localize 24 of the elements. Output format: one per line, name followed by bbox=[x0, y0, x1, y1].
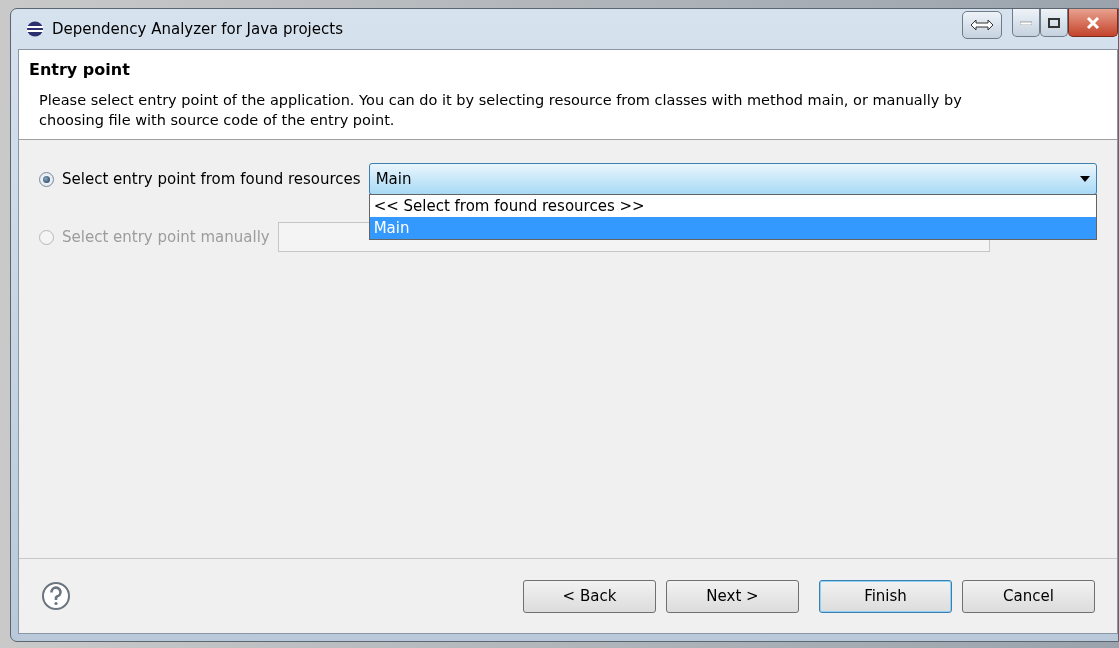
dropdown-field[interactable]: Main bbox=[368, 163, 1097, 195]
page-description: Please select entry point of the application. You can do it by selecting resource from classes with method main, or manually by choosing file with source code of the entry point. bbox=[38, 91, 963, 130]
window-title: Dependency Analyzer for Java projects bbox=[52, 18, 343, 40]
resize-icon bbox=[970, 19, 994, 31]
option-label: Select entry point from found resources bbox=[62, 168, 361, 190]
maximize-icon bbox=[1048, 17, 1060, 28]
page-title: Entry point bbox=[29, 59, 131, 81]
option-label: Select entry point manually bbox=[62, 226, 270, 248]
dropdown-value: Main bbox=[375, 168, 412, 190]
dialog-button[interactable]: Cancel bbox=[962, 579, 1095, 613]
app-icon bbox=[26, 21, 44, 37]
caret-icon bbox=[1080, 176, 1090, 182]
close-icon bbox=[1086, 16, 1100, 29]
maximize-button[interactable] bbox=[1040, 9, 1068, 37]
minimize-button[interactable] bbox=[1012, 9, 1040, 37]
dialog-button[interactable]: Finish bbox=[819, 579, 952, 613]
radio-button[interactable] bbox=[39, 171, 54, 187]
dialog-button[interactable]: < Back bbox=[523, 579, 656, 613]
minimize-icon bbox=[1020, 20, 1032, 25]
help-icon[interactable] bbox=[41, 581, 71, 611]
dialog-button[interactable]: Next > bbox=[666, 579, 799, 613]
dropdown-item[interactable]: << Select from found resources >> bbox=[369, 195, 1096, 217]
close-button[interactable] bbox=[1068, 9, 1118, 37]
resize-button[interactable] bbox=[962, 11, 1002, 39]
